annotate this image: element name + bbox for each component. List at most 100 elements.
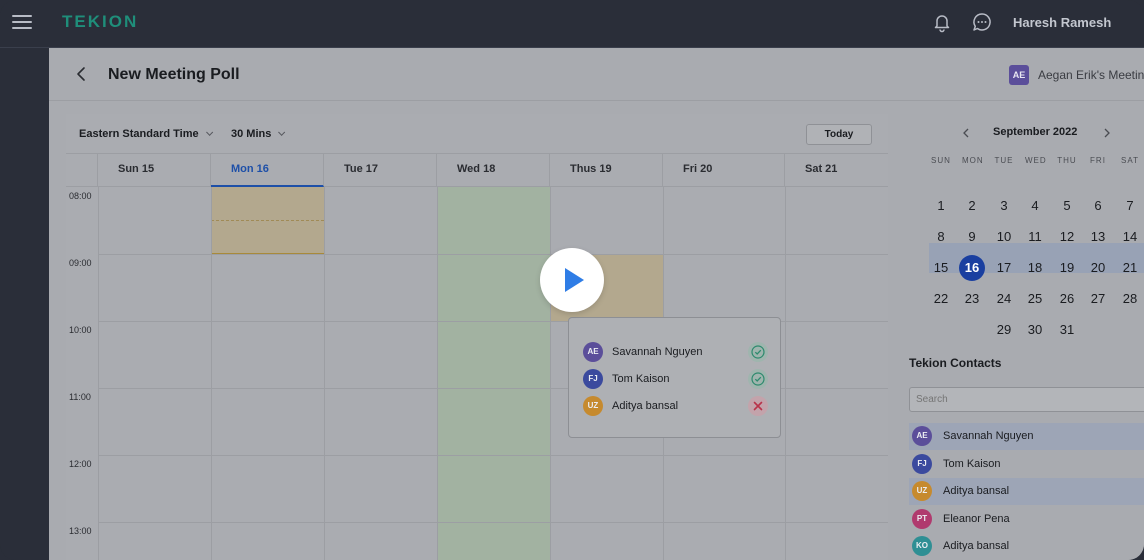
day-header-thu[interactable]: Thus 19 (550, 154, 663, 187)
participant-avatar: AE (583, 342, 603, 362)
contact-row[interactable]: AE Savannah Nguyen (909, 423, 1144, 450)
contact-avatar: FJ (912, 453, 932, 474)
contact-name: Aditya bansal (943, 485, 1010, 497)
menu-icon[interactable] (12, 14, 32, 30)
mini-calendar-date[interactable]: 17 (991, 255, 1017, 281)
mini-calendar-date[interactable]: 19 (1054, 255, 1080, 281)
time-label: 10:00 (69, 325, 92, 335)
contact-name: Savannah Nguyen (943, 430, 1034, 442)
today-button[interactable]: Today (806, 124, 872, 145)
contact-avatar: PT (912, 508, 932, 529)
tekion-logo: TEKION (62, 12, 139, 31)
mini-calendar-date[interactable]: 12 (1054, 224, 1080, 250)
mini-calendar-date[interactable]: 5 (1054, 193, 1080, 219)
mini-calendar-date[interactable]: 22 (928, 286, 954, 312)
time-label: 11:00 (69, 392, 91, 402)
mini-calendar-date[interactable]: 21 (1117, 255, 1143, 281)
check-circle-icon (748, 369, 768, 389)
contact-row[interactable]: KO Aditya bansal (909, 533, 1144, 560)
day-header-fri[interactable]: Fri 20 (663, 154, 785, 187)
mini-calendar-date[interactable]: 26 (1054, 286, 1080, 312)
contact-row[interactable]: UZ Aditya bansal (909, 478, 1144, 505)
mini-calendar-date[interactable]: 7 (1117, 193, 1143, 219)
mini-calendar-date[interactable]: 3 (991, 193, 1017, 219)
play-icon (565, 268, 584, 292)
mini-calendar-date[interactable]: 1 (928, 193, 954, 219)
mini-calendar-date[interactable]: 30 (1022, 317, 1048, 343)
contact-name: Tom Kaison (943, 457, 1001, 470)
mini-calendar-date[interactable]: 14 (1117, 224, 1143, 250)
contact-avatar: AE (912, 426, 932, 446)
mini-calendar-date[interactable]: 31 (1054, 317, 1080, 343)
proposed-slot[interactable] (211, 187, 324, 254)
bell-icon[interactable] (931, 11, 953, 33)
mini-calendar-date[interactable]: 24 (991, 286, 1017, 312)
contact-name: Eleanor Pena (943, 512, 1010, 525)
participants-popover: AE Savannah Nguyen FJ Tom Kaison UZ Aditya ba… (568, 317, 781, 438)
mini-calendar-date[interactable]: 16 (959, 255, 985, 281)
contact-avatar: KO (912, 536, 932, 556)
contact-avatar: UZ (912, 481, 932, 501)
mini-calendar-date[interactable]: 25 (1022, 286, 1048, 312)
day-divider (98, 187, 99, 560)
day-header-wed[interactable]: Wed 18 (437, 154, 550, 187)
duration-label: 30 Mins (231, 128, 272, 140)
owner-avatar: AE (1009, 65, 1029, 85)
owner-label[interactable]: Aegan Erik's Meeting (1038, 68, 1144, 82)
mini-calendar-date[interactable]: 20 (1085, 255, 1111, 281)
participant-name: Aditya bansal (612, 400, 679, 412)
weekday-label: WED (1025, 156, 1047, 165)
weekday-label: SUN (931, 156, 951, 165)
mini-calendar-date[interactable]: 4 (1022, 193, 1048, 219)
duration-select[interactable]: 30 Mins (231, 128, 286, 140)
contact-row[interactable]: FJ Tom Kaison (909, 451, 1144, 478)
mini-calendar-date[interactable]: 11 (1022, 224, 1048, 250)
top-bar: TEKION Haresh Ramesh (0, 0, 1144, 48)
participant-row: AE Savannah Nguyen (583, 340, 771, 364)
day-header-tue[interactable]: Tue 17 (324, 154, 437, 187)
hour-line (98, 254, 888, 255)
left-rail (0, 48, 49, 560)
time-header-spacer (66, 154, 98, 187)
chevron-down-icon (205, 128, 213, 136)
time-label: 13:00 (69, 526, 92, 536)
mini-calendar-date[interactable]: 10 (991, 224, 1017, 250)
contacts-title: Tekion Contacts (909, 356, 1002, 370)
contact-row[interactable]: PT Eleanor Pena (909, 506, 1144, 533)
day-divider (211, 187, 212, 560)
previous-month-icon[interactable] (961, 126, 971, 138)
contacts-search-input[interactable] (909, 387, 1144, 412)
mini-calendar-date[interactable]: 8 (928, 224, 954, 250)
day-header-sun[interactable]: Sun 15 (98, 154, 211, 187)
mini-calendar-date[interactable]: 29 (991, 317, 1017, 343)
mini-calendar-date[interactable]: 23 (959, 286, 985, 312)
mini-calendar-date[interactable]: 6 (1085, 193, 1111, 219)
participant-avatar: FJ (583, 369, 603, 389)
chat-icon[interactable] (971, 11, 993, 33)
user-name[interactable]: Haresh Ramesh (1013, 15, 1111, 30)
weekday-label: TUE (994, 156, 1014, 165)
mini-calendar-date[interactable]: 2 (959, 193, 985, 219)
next-month-icon[interactable] (1102, 126, 1112, 138)
timezone-select[interactable]: Eastern Standard Time (79, 128, 213, 140)
back-arrow-icon[interactable] (73, 65, 89, 83)
time-label: 08:00 (69, 191, 92, 201)
today-column-highlight (437, 187, 550, 560)
check-circle-icon (748, 342, 768, 362)
close-circle-icon (748, 396, 768, 416)
mini-calendar-date[interactable]: 28 (1117, 286, 1143, 312)
play-button[interactable] (540, 248, 604, 312)
contact-name: Aditya bansal (943, 540, 1010, 552)
mini-calendar-date[interactable]: 18 (1022, 255, 1048, 281)
chevron-down-icon (278, 128, 286, 136)
mini-calendar-date[interactable]: 27 (1085, 286, 1111, 312)
weekday-label: MON (962, 156, 984, 165)
hour-line (98, 455, 888, 456)
mini-calendar-date[interactable]: 15 (928, 255, 954, 281)
day-header-mon[interactable]: Mon 16 (211, 154, 324, 187)
weekday-label: FRI (1090, 156, 1106, 165)
mini-calendar-date[interactable]: 9 (959, 224, 985, 250)
hour-line (98, 522, 888, 523)
day-header-sat[interactable]: Sat 21 (785, 154, 888, 187)
mini-calendar-date[interactable]: 13 (1085, 224, 1111, 250)
